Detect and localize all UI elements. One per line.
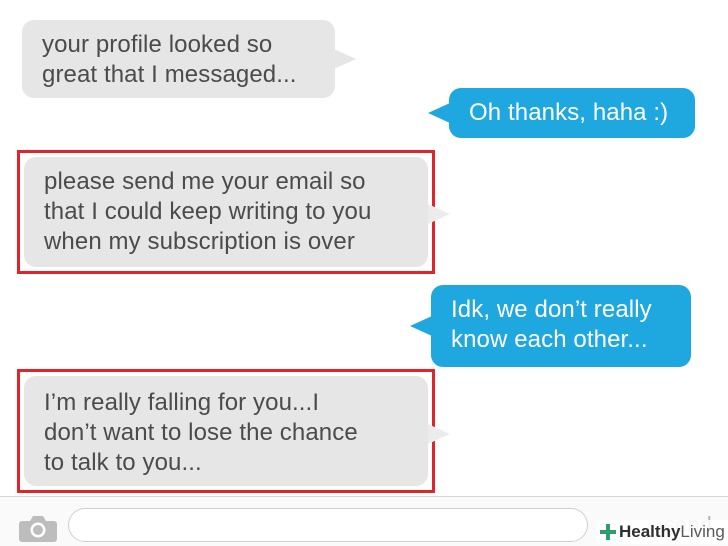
- logo-brand-bold: Healthy: [619, 522, 681, 541]
- outgoing-message: Oh thanks, haha :): [449, 88, 695, 138]
- chat-screen: your profile looked so great that I mess…: [0, 0, 728, 546]
- incoming-message: I’m really falling for you...I don’t wan…: [24, 376, 428, 486]
- message-input[interactable]: [68, 508, 588, 542]
- outgoing-message: Idk, we don’t really know each other...: [431, 285, 691, 367]
- outgoing-message-tail: [410, 316, 432, 336]
- incoming-message-tail: [334, 49, 356, 69]
- incoming-message: your profile looked so great that I mess…: [22, 20, 335, 98]
- camera-icon[interactable]: [18, 514, 58, 542]
- logo-brand-light: Living: [680, 522, 725, 541]
- outgoing-message-tail: [428, 103, 450, 123]
- plus-logo-icon: [600, 524, 616, 540]
- incoming-message-tail: [428, 424, 450, 444]
- incoming-message-tail: [428, 204, 450, 224]
- incoming-message: please send me your email so that I coul…: [24, 157, 428, 267]
- healthy-living-logo: Healthy Living: [596, 520, 728, 544]
